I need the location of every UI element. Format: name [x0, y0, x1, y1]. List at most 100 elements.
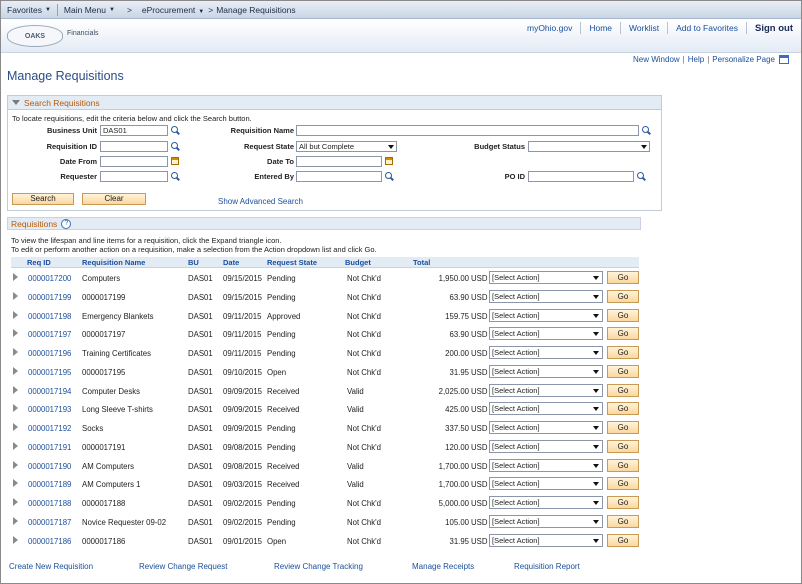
expand-triangle-icon[interactable]: [13, 404, 18, 413]
expand-triangle-icon[interactable]: [13, 423, 18, 431]
date-from-input[interactable]: [100, 156, 168, 167]
action-select[interactable]: [Select Action]: [489, 477, 603, 491]
lookup-icon[interactable]: [642, 126, 651, 135]
requisition-id-input[interactable]: [100, 141, 168, 152]
expand-triangle-icon[interactable]: [13, 535, 18, 544]
req-id-link[interactable]: 0000017196: [28, 349, 71, 358]
show-advanced-search-link[interactable]: Show Advanced Search: [218, 197, 303, 206]
help-icon[interactable]: ?: [61, 218, 72, 229]
new-window-link[interactable]: New Window: [633, 55, 680, 64]
expand-triangle-icon[interactable]: [13, 291, 18, 300]
action-select[interactable]: [Select Action]: [489, 271, 603, 284]
action-select[interactable]: [Select Action]: [489, 364, 603, 378]
go-button[interactable]: Go: [607, 289, 639, 303]
col-request-state[interactable]: Request State: [267, 258, 317, 267]
lookup-icon[interactable]: [171, 172, 180, 181]
action-select[interactable]: [Select Action]: [489, 327, 603, 341]
search-panel-header[interactable]: Search Requisitions: [8, 96, 661, 110]
expand-triangle-icon[interactable]: [13, 516, 18, 525]
action-select[interactable]: [Select Action]: [489, 402, 603, 416]
create-new-requisition-link[interactable]: Create New Requisition: [9, 562, 93, 571]
go-button[interactable]: Go: [607, 533, 639, 547]
expand-triangle-icon[interactable]: [13, 441, 18, 450]
review-change-tracking-link[interactable]: Review Change Tracking: [274, 562, 363, 571]
po-id-input[interactable]: [528, 171, 634, 182]
expand-triangle-icon[interactable]: [13, 498, 18, 506]
col-date[interactable]: Date: [223, 258, 239, 267]
expand-triangle-icon[interactable]: [13, 329, 18, 338]
calendar-icon[interactable]: [171, 157, 179, 165]
action-select[interactable]: [Select Action]: [489, 514, 603, 528]
go-button[interactable]: Go: [607, 308, 639, 322]
expand-triangle-icon[interactable]: [13, 273, 18, 281]
req-id-link[interactable]: 0000017199: [28, 293, 71, 302]
search-button[interactable]: Search: [12, 193, 74, 205]
clear-button[interactable]: Clear: [82, 193, 146, 205]
action-select[interactable]: [Select Action]: [489, 383, 603, 397]
req-id-link[interactable]: 0000017200: [28, 274, 71, 283]
action-select[interactable]: [Select Action]: [489, 496, 603, 509]
col-total[interactable]: Total: [413, 258, 430, 267]
page-grid-icon[interactable]: [779, 55, 789, 64]
main-menu[interactable]: Main Menu ▼: [58, 1, 121, 19]
go-button[interactable]: Go: [607, 514, 639, 528]
business-unit-input[interactable]: DAS01: [100, 125, 168, 136]
action-select[interactable]: [Select Action]: [489, 308, 603, 322]
action-select[interactable]: [Select Action]: [489, 289, 603, 303]
action-select[interactable]: [Select Action]: [489, 533, 603, 547]
personalize-page-link[interactable]: Personalize Page: [712, 55, 775, 64]
go-button[interactable]: Go: [607, 439, 639, 453]
action-select[interactable]: [Select Action]: [489, 421, 603, 434]
req-id-link[interactable]: 0000017197: [28, 330, 71, 339]
worklist-link[interactable]: Worklist: [621, 23, 667, 33]
lookup-icon[interactable]: [171, 142, 180, 151]
lookup-icon[interactable]: [637, 172, 646, 181]
expand-triangle-icon[interactable]: [13, 385, 18, 394]
expand-triangle-icon[interactable]: [13, 310, 18, 319]
review-change-request-link[interactable]: Review Change Request: [139, 562, 228, 571]
breadcrumb-eprocurement[interactable]: eProcurement ▼: [132, 5, 204, 15]
go-button[interactable]: Go: [607, 327, 639, 341]
calendar-icon[interactable]: [385, 157, 393, 165]
col-budget[interactable]: Budget: [345, 258, 371, 267]
budget-status-select[interactable]: [528, 141, 650, 152]
action-select[interactable]: [Select Action]: [489, 439, 603, 453]
requisition-name-input[interactable]: [296, 125, 639, 136]
requester-input[interactable]: [100, 171, 168, 182]
go-button[interactable]: Go: [607, 496, 639, 509]
col-req-id[interactable]: Req ID: [27, 258, 51, 267]
req-id-link[interactable]: 0000017190: [28, 462, 71, 471]
req-id-link[interactable]: 0000017194: [28, 387, 71, 396]
req-id-link[interactable]: 0000017188: [28, 499, 71, 508]
date-to-input[interactable]: [296, 156, 382, 167]
req-id-link[interactable]: 0000017187: [28, 518, 71, 527]
action-select[interactable]: [Select Action]: [489, 346, 603, 359]
req-id-link[interactable]: 0000017193: [28, 405, 71, 414]
myohio-link[interactable]: myOhio.gov: [519, 23, 580, 33]
lookup-icon[interactable]: [171, 126, 180, 135]
sign-out-link[interactable]: Sign out: [747, 23, 801, 34]
go-button[interactable]: Go: [607, 402, 639, 416]
lookup-icon[interactable]: [385, 172, 394, 181]
go-button[interactable]: Go: [607, 421, 639, 434]
go-button[interactable]: Go: [607, 364, 639, 378]
req-id-link[interactable]: 0000017186: [28, 537, 71, 546]
col-requisition-name[interactable]: Requisition Name: [82, 258, 145, 267]
expand-triangle-icon[interactable]: [13, 348, 18, 356]
manage-receipts-link[interactable]: Manage Receipts: [412, 562, 474, 571]
home-link[interactable]: Home: [581, 23, 620, 33]
req-id-link[interactable]: 0000017192: [28, 424, 71, 433]
go-button[interactable]: Go: [607, 477, 639, 491]
favorites-menu[interactable]: Favorites ▼: [1, 1, 57, 19]
expand-triangle-icon[interactable]: [13, 366, 18, 375]
go-button[interactable]: Go: [607, 383, 639, 397]
action-select[interactable]: [Select Action]: [489, 458, 603, 472]
expand-triangle-icon[interactable]: [13, 460, 18, 469]
col-bu[interactable]: BU: [188, 258, 199, 267]
add-to-favorites-link[interactable]: Add to Favorites: [668, 23, 746, 33]
requisition-report-link[interactable]: Requisition Report: [514, 562, 580, 571]
req-id-link[interactable]: 0000017198: [28, 312, 71, 321]
help-link[interactable]: Help: [688, 55, 704, 64]
req-id-link[interactable]: 0000017195: [28, 368, 71, 377]
req-id-link[interactable]: 0000017191: [28, 443, 71, 452]
